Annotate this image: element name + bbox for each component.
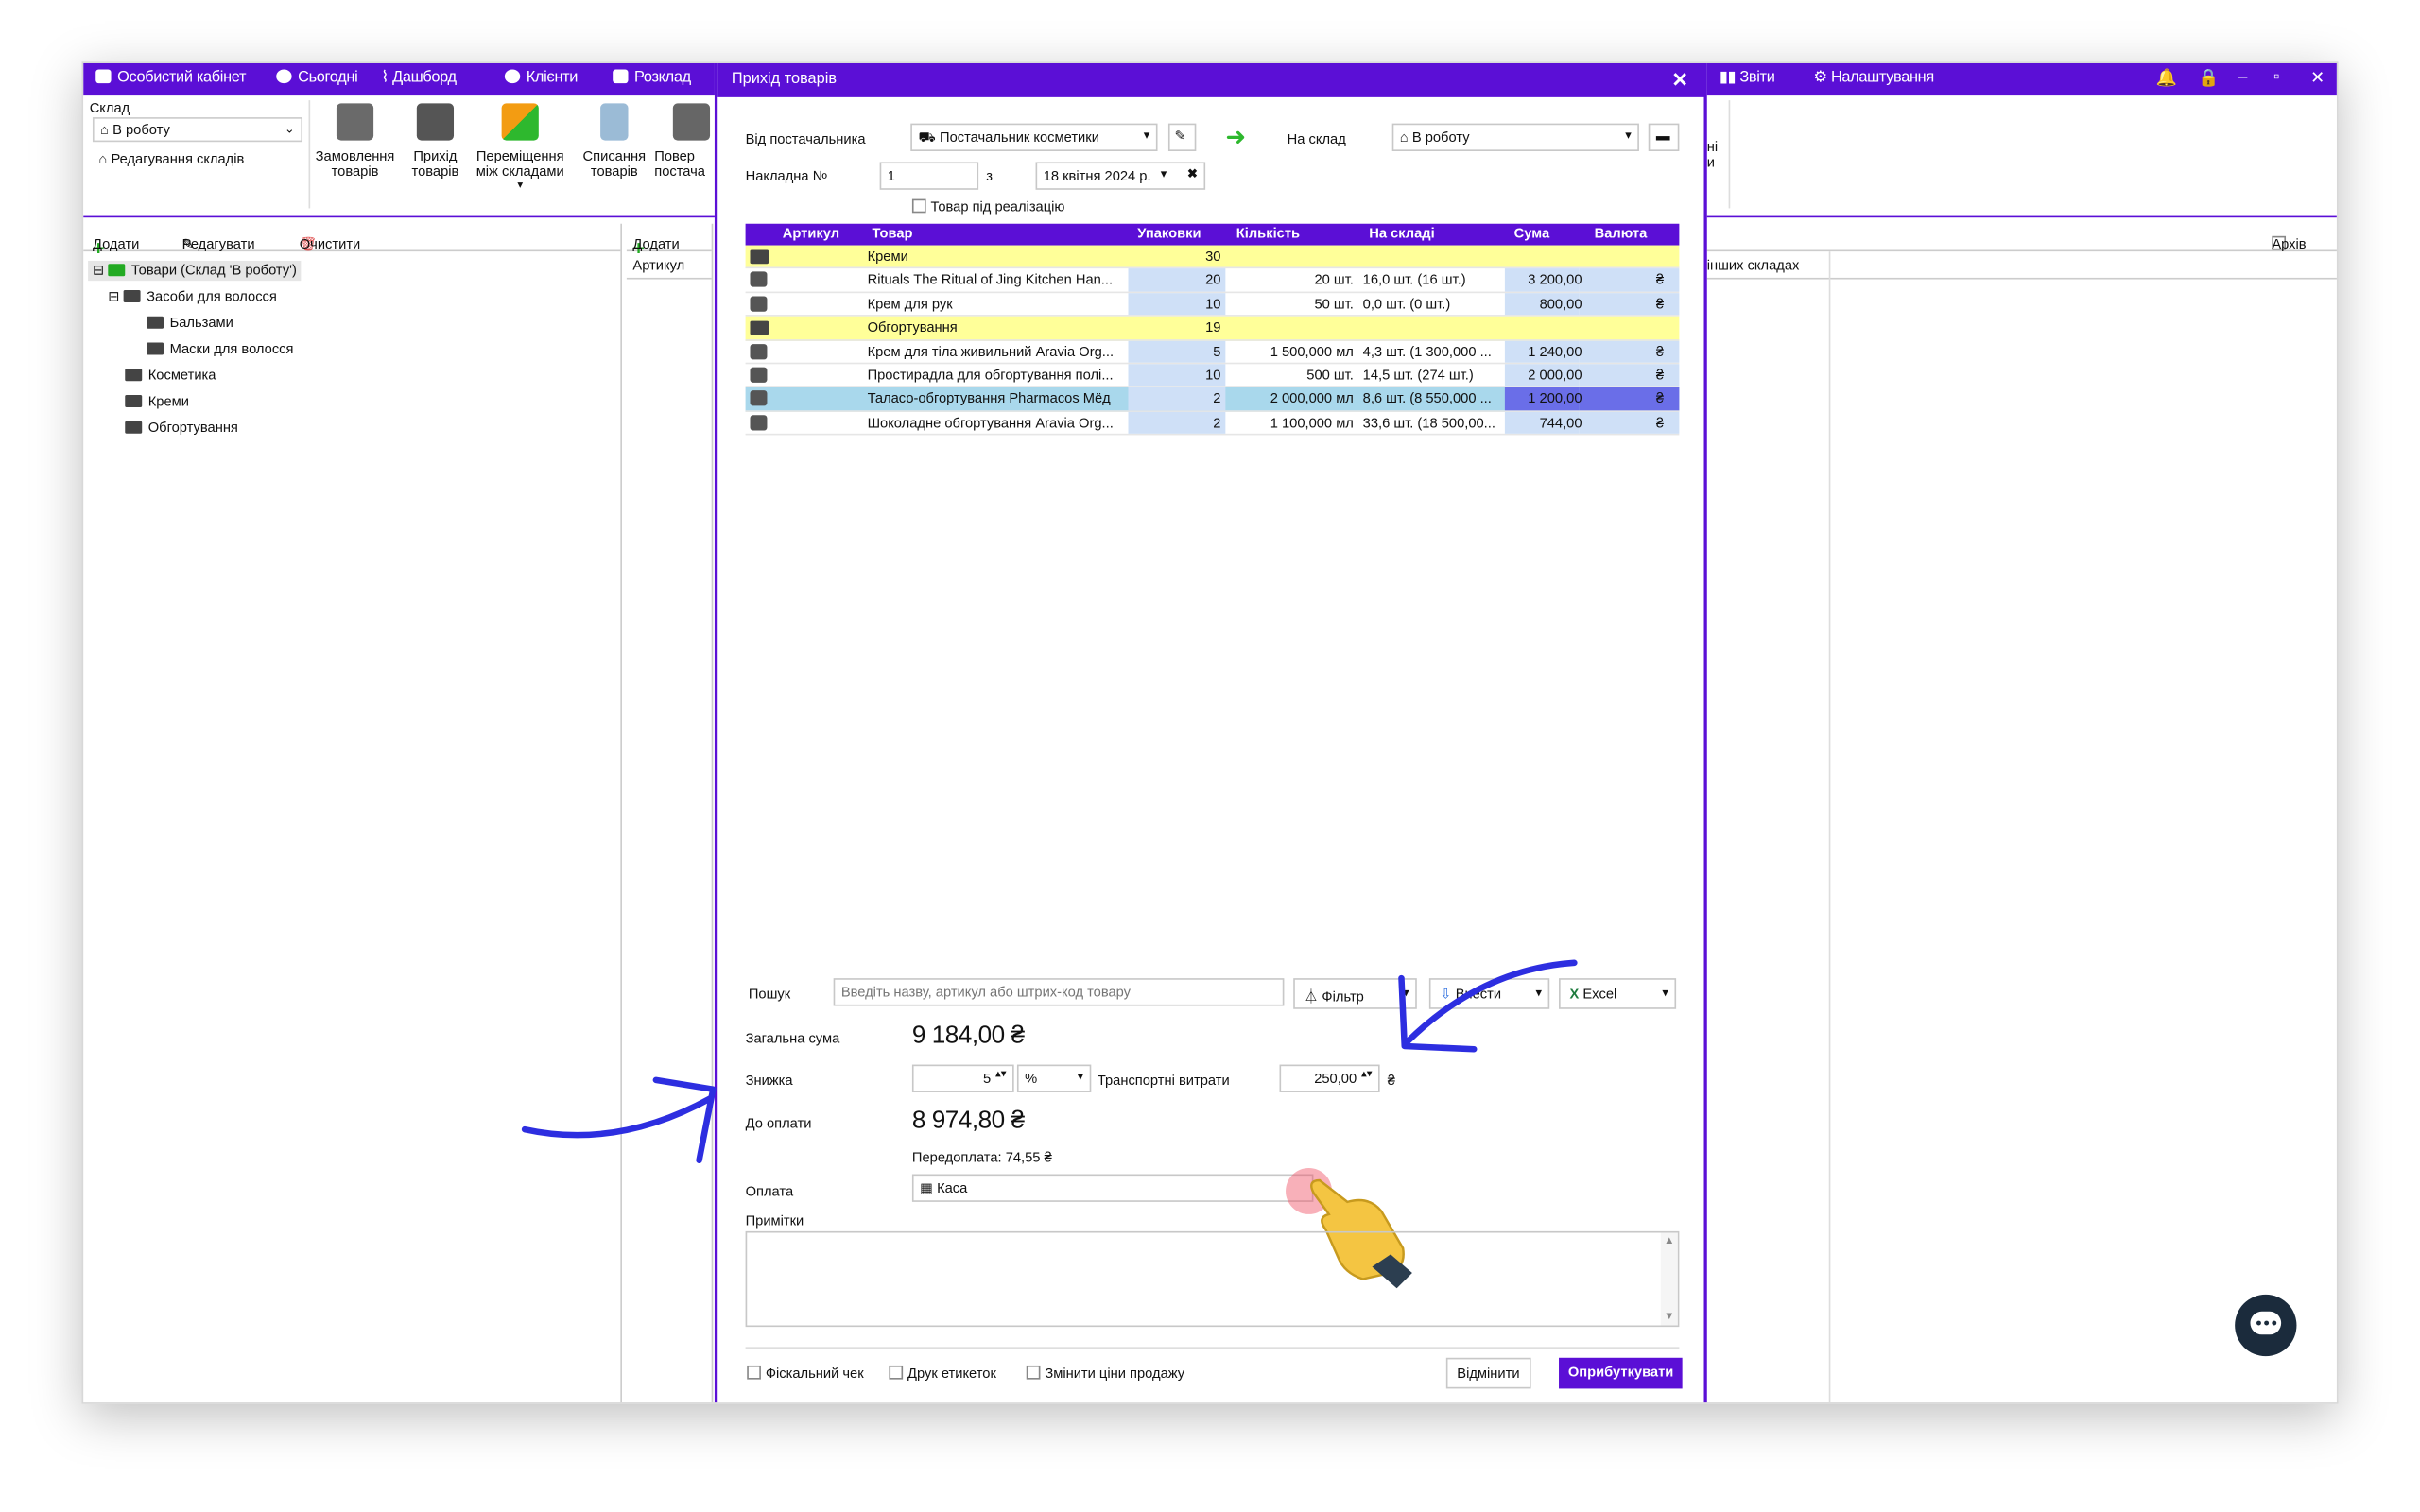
annotation-arrows [521,959,1578,1164]
arrow-left [521,1095,714,1139]
chat-icon[interactable] [2235,1294,2297,1357]
arrow-right [1404,959,1578,1045]
